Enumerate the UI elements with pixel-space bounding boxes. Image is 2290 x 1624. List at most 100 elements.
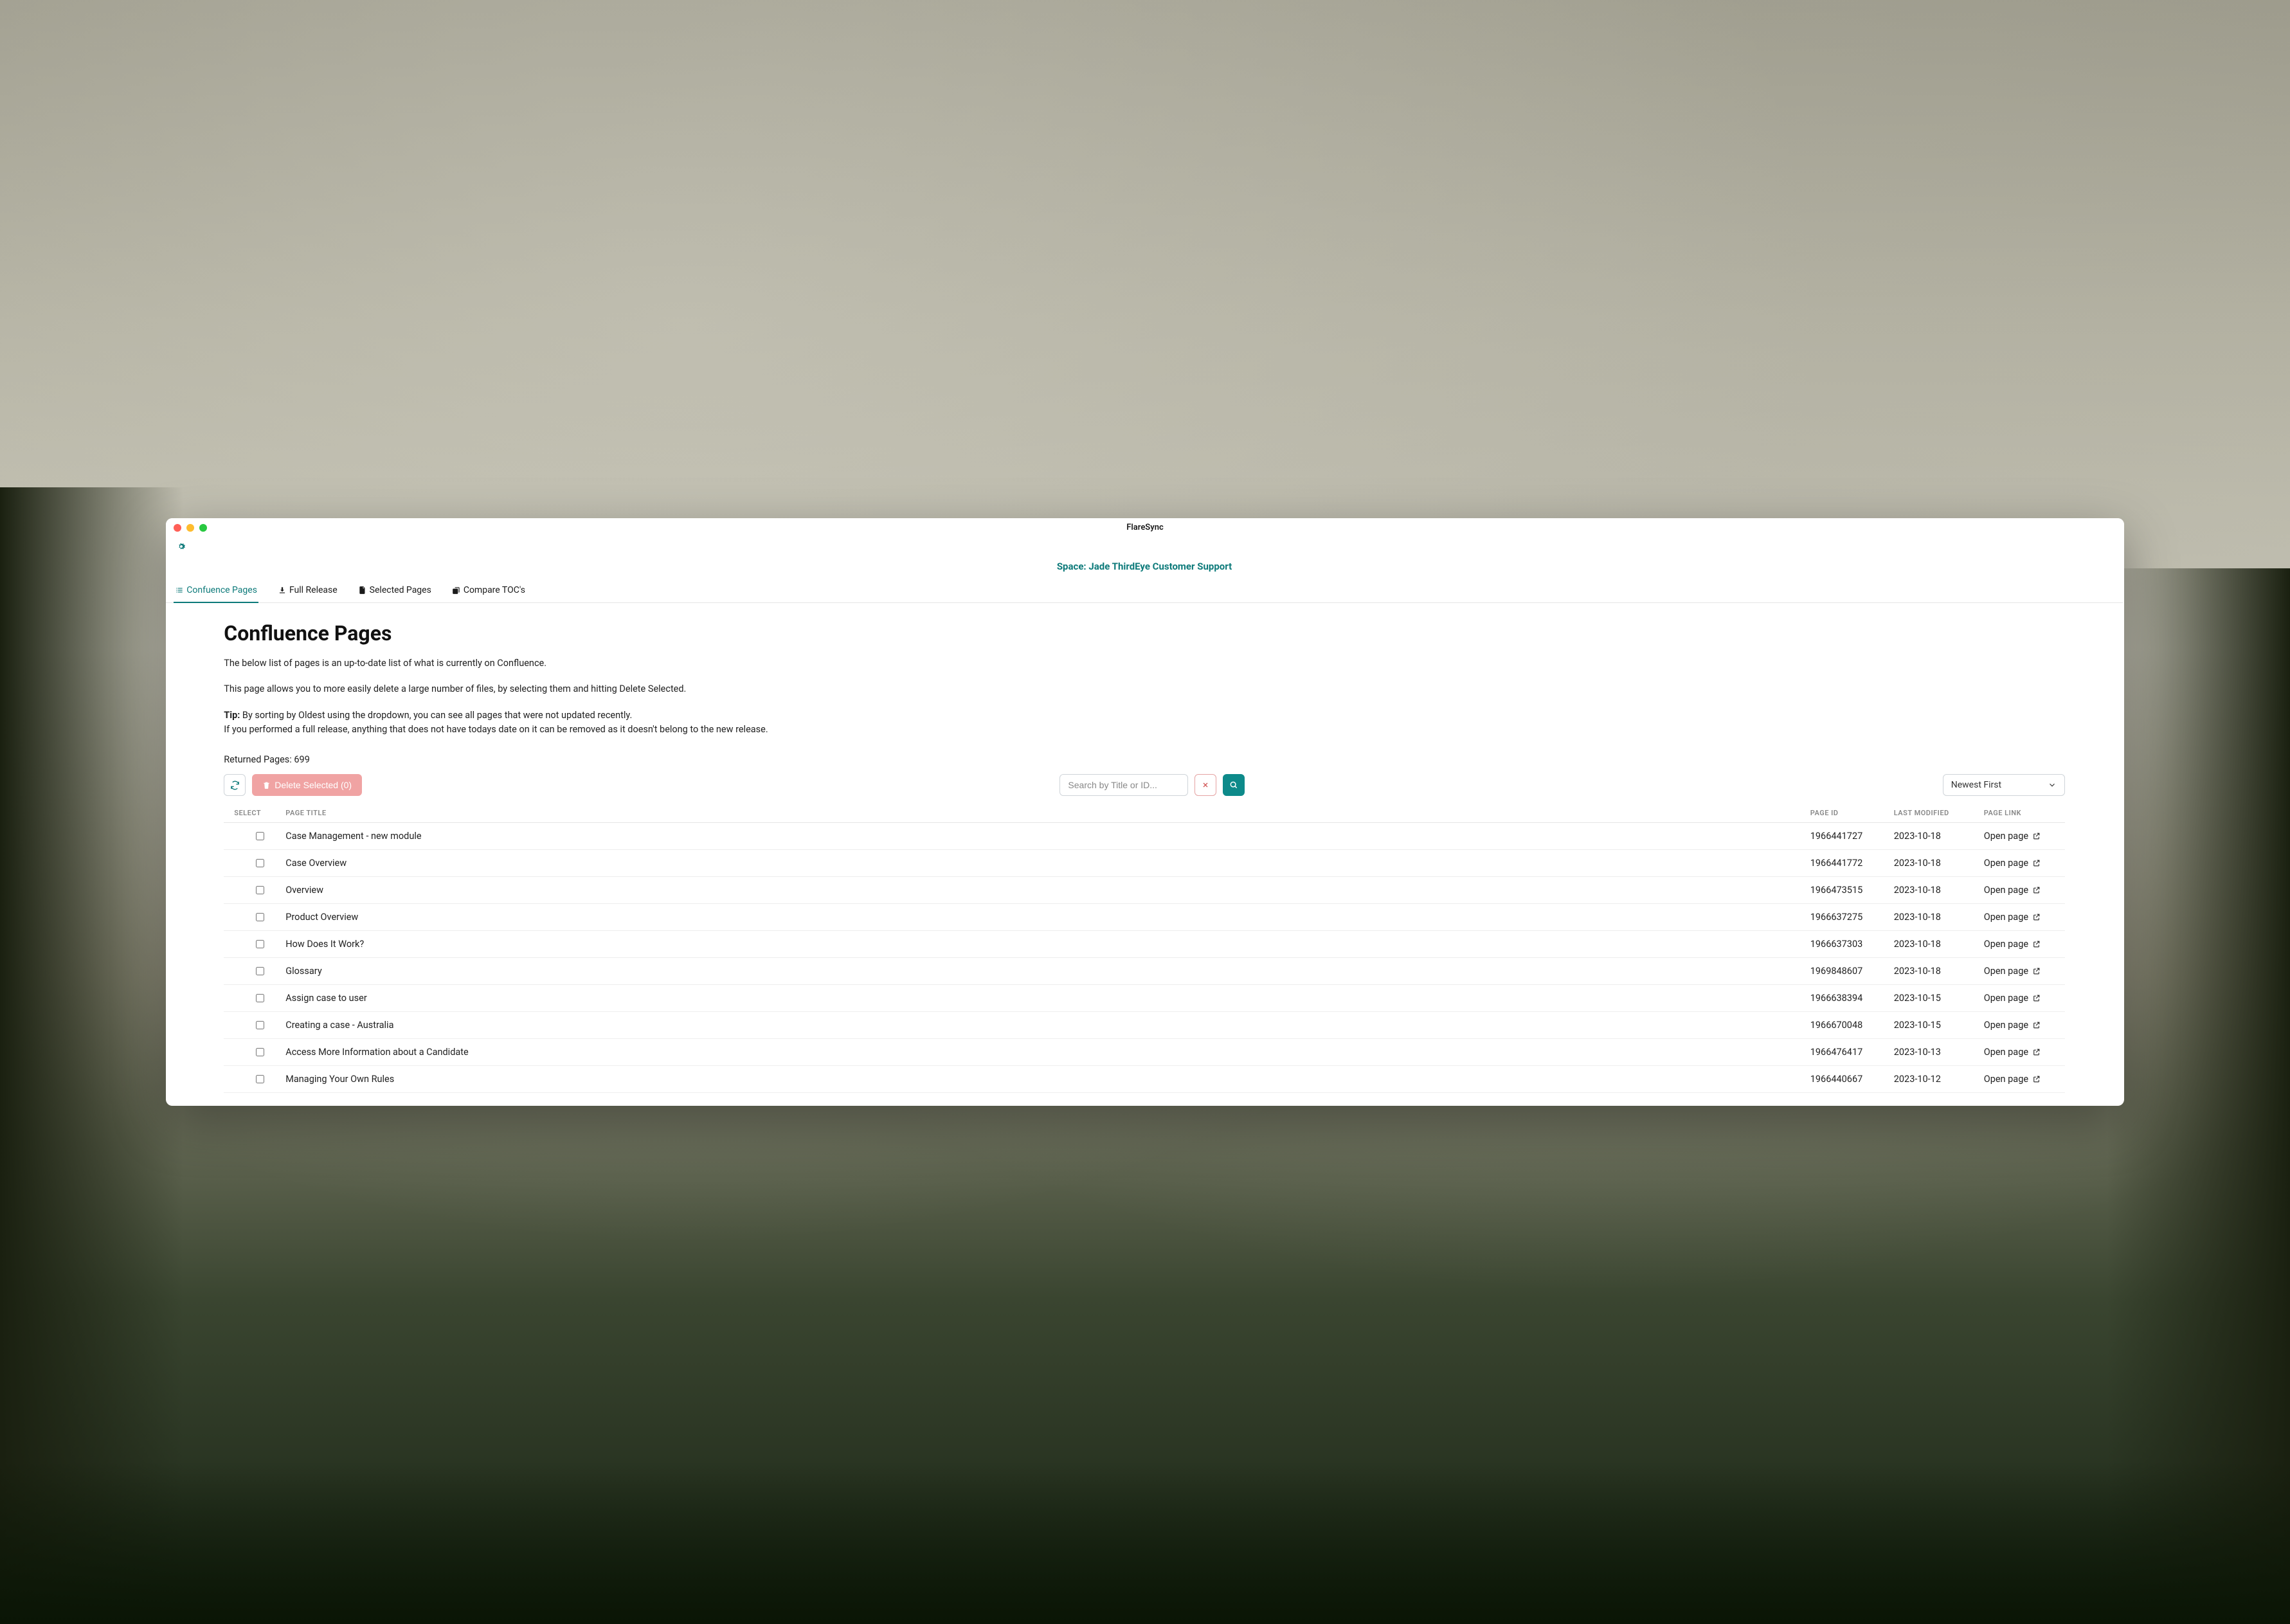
table-row: Managing Your Own Rules19664406672023-10… — [224, 1066, 2065, 1093]
row-id: 1966473515 — [1810, 885, 1894, 896]
maximize-window-button[interactable] — [199, 524, 207, 532]
clear-search-button[interactable] — [1195, 774, 1216, 796]
external-link-icon — [2032, 967, 2041, 975]
trash-icon — [262, 781, 271, 789]
row-title: Assign case to user — [285, 993, 1810, 1004]
delete-selected-button[interactable]: Delete Selected (0) — [252, 774, 362, 796]
header-modified: LAST MODIFIED — [1894, 809, 1984, 817]
tab-selected-pages[interactable]: Selected Pages — [357, 580, 433, 603]
file-icon — [358, 586, 367, 595]
close-window-button[interactable] — [174, 524, 181, 532]
header-link: PAGE LINK — [1984, 809, 2055, 817]
row-id: 1966638394 — [1810, 993, 1894, 1004]
row-modified: 2023-10-15 — [1894, 1020, 1984, 1031]
row-id: 1966441772 — [1810, 858, 1894, 869]
open-page-link[interactable]: Open page — [1984, 831, 2055, 842]
settings-button[interactable] — [174, 539, 189, 554]
list-icon — [175, 586, 184, 595]
open-page-link[interactable]: Open page — [1984, 966, 2055, 977]
external-link-icon — [2032, 913, 2041, 921]
close-icon — [1202, 781, 1209, 789]
main-content: Confluence Pages The below list of pages… — [166, 603, 2123, 1106]
tab-label: Full Release — [289, 585, 338, 595]
open-page-link[interactable]: Open page — [1984, 939, 2055, 950]
description-1: The below list of pages is an up-to-date… — [224, 657, 2065, 670]
titlebar: FlareSync — [166, 518, 2124, 537]
row-modified: 2023-10-18 — [1894, 966, 1984, 977]
download-icon — [278, 586, 287, 595]
row-select-checkbox[interactable] — [256, 859, 264, 867]
row-title: Access More Information about a Candidat… — [285, 1047, 1810, 1058]
external-link-icon — [2032, 1048, 2041, 1056]
row-select-checkbox[interactable] — [256, 832, 264, 840]
row-select-checkbox[interactable] — [256, 940, 264, 948]
row-modified: 2023-10-18 — [1894, 912, 1984, 923]
table-row: Access More Information about a Candidat… — [224, 1039, 2065, 1066]
external-link-icon — [2032, 832, 2041, 840]
app-window: FlareSync Space: Jade ThirdEye Customer … — [166, 518, 2124, 1106]
table-row: Overview19664735152023-10-18Open page — [224, 877, 2065, 904]
row-title: Case Management - new module — [285, 831, 1810, 842]
open-page-link[interactable]: Open page — [1984, 885, 2055, 896]
table-row: Product Overview19666372752023-10-18Open… — [224, 904, 2065, 931]
row-select-checkbox[interactable] — [256, 886, 264, 894]
tab-full-release[interactable]: Full Release — [276, 580, 339, 603]
space-header: Space: Jade ThirdEye Customer Support — [166, 555, 2123, 580]
row-modified: 2023-10-12 — [1894, 1074, 1984, 1085]
table-header: SELECT PAGE TITLE PAGE ID LAST MODIFIED … — [224, 802, 2065, 823]
tab-compare-tocs[interactable]: Compare TOC's — [451, 580, 527, 603]
tip-label: Tip: — [224, 710, 240, 721]
pages-table: SELECT PAGE TITLE PAGE ID LAST MODIFIED … — [224, 802, 2065, 1093]
delete-button-label: Delete Selected (0) — [275, 780, 352, 790]
row-title: How Does It Work? — [285, 939, 1810, 950]
copy-icon — [452, 586, 461, 595]
table-body: Case Management - new module196644172720… — [224, 823, 2065, 1093]
minimize-window-button[interactable] — [186, 524, 194, 532]
table-row: Glossary19698486072023-10-18Open page — [224, 958, 2065, 985]
open-page-link[interactable]: Open page — [1984, 1047, 2055, 1058]
open-page-link[interactable]: Open page — [1984, 1020, 2055, 1031]
external-link-icon — [2032, 994, 2041, 1002]
external-link-icon — [2032, 886, 2041, 894]
row-modified: 2023-10-15 — [1894, 993, 1984, 1004]
tab-confluence-pages[interactable]: Confuence Pages — [174, 580, 258, 603]
row-select-checkbox[interactable] — [256, 994, 264, 1002]
window-title: FlareSync — [1126, 523, 1164, 532]
controls-row: Delete Selected (0) Newest First — [224, 774, 2065, 796]
external-link-icon — [2032, 1075, 2041, 1083]
sort-dropdown[interactable]: Newest First — [1943, 774, 2065, 796]
search-button[interactable] — [1223, 774, 1245, 796]
row-select-checkbox[interactable] — [256, 1075, 264, 1083]
table-row: How Does It Work?19666373032023-10-18Ope… — [224, 931, 2065, 958]
row-select-checkbox[interactable] — [256, 913, 264, 921]
table-row: Case Management - new module196644172720… — [224, 823, 2065, 850]
row-title: Case Overview — [285, 858, 1810, 869]
row-title: Glossary — [285, 966, 1810, 977]
row-select-checkbox[interactable] — [256, 1021, 264, 1029]
search-icon — [1229, 780, 1238, 789]
traffic-lights — [174, 524, 207, 532]
external-link-icon — [2032, 940, 2041, 948]
row-modified: 2023-10-13 — [1894, 1047, 1984, 1058]
refresh-button[interactable] — [224, 774, 246, 796]
search-input[interactable] — [1059, 774, 1188, 796]
tip-line-1: Tip: By sorting by Oldest using the drop… — [224, 709, 2065, 722]
row-title: Product Overview — [285, 912, 1810, 923]
row-title: Creating a case - Australia — [285, 1020, 1810, 1031]
row-select-checkbox[interactable] — [256, 967, 264, 975]
open-page-link[interactable]: Open page — [1984, 1074, 2055, 1085]
row-select-checkbox[interactable] — [256, 1048, 264, 1056]
tabs: Confuence Pages Full Release Selected Pa… — [166, 580, 2123, 603]
table-row: Case Overview19664417722023-10-18Open pa… — [224, 850, 2065, 877]
refresh-icon — [230, 780, 240, 790]
tab-label: Compare TOC's — [464, 585, 525, 595]
toolbar — [166, 537, 2124, 555]
open-page-link[interactable]: Open page — [1984, 912, 2055, 923]
returned-count: Returned Pages: 699 — [224, 754, 2065, 765]
table-row: Assign case to user19666383942023-10-15O… — [224, 985, 2065, 1012]
row-id: 1966670048 — [1810, 1020, 1894, 1031]
open-page-link[interactable]: Open page — [1984, 993, 2055, 1004]
content-scroll[interactable]: Space: Jade ThirdEye Customer Support Co… — [166, 555, 2124, 1106]
open-page-link[interactable]: Open page — [1984, 858, 2055, 869]
page-title: Confluence Pages — [224, 621, 2065, 645]
